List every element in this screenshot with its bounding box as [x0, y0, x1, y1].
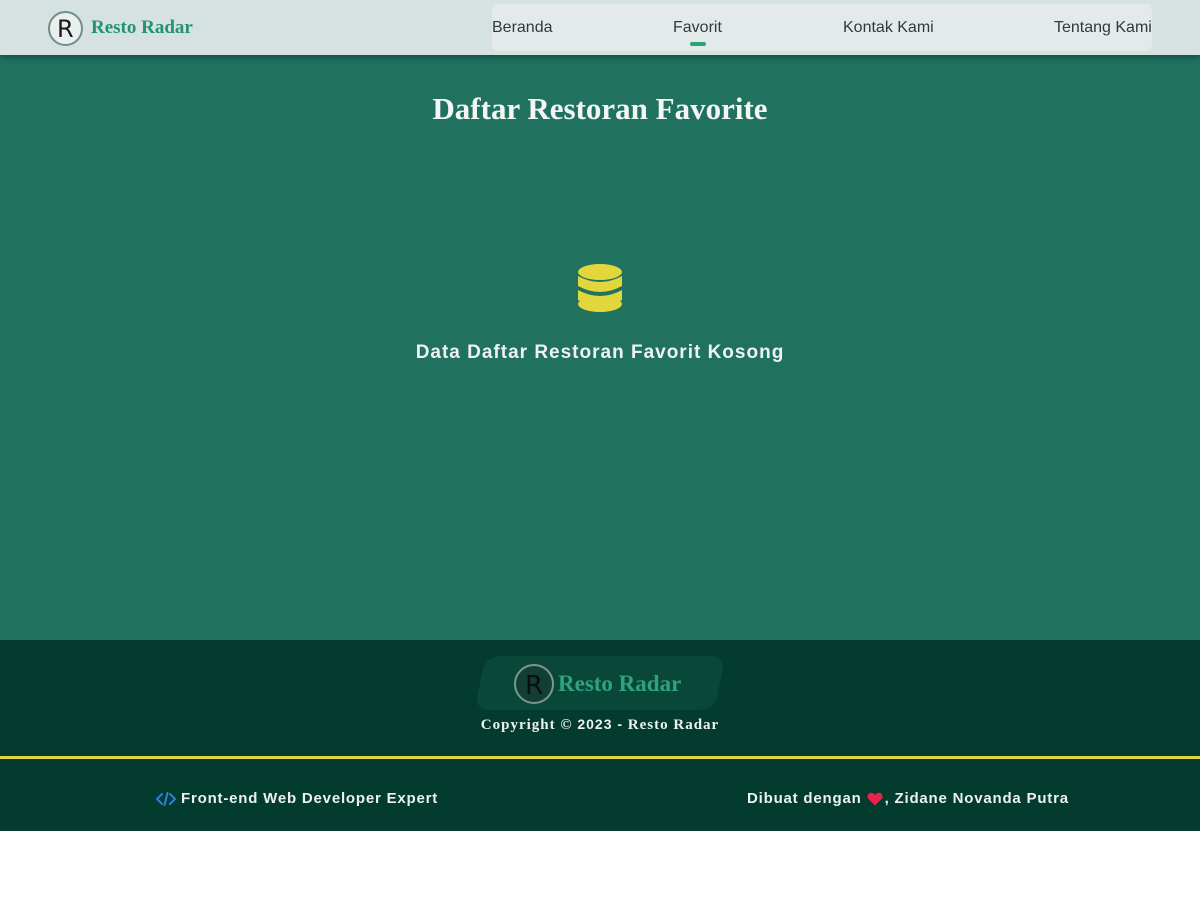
nav-item-favorit[interactable]: Favorit: [673, 19, 722, 37]
code-icon: [156, 791, 176, 806]
top-navbar: R Resto Radar Beranda Favorit Kontak Kam…: [0, 0, 1200, 55]
footer-bottom-bar: Front-end Web Developer Expert Dibuat de…: [0, 759, 1200, 831]
copyright-prefix: Copyright ©: [480, 717, 573, 733]
empty-state-message: Data Daftar Restoran Favorit Kosong: [415, 342, 785, 363]
footer-logo-icon: R: [514, 664, 554, 704]
made-with-text: Dibuat dengan: [747, 790, 862, 807]
footer-credit-left: Front-end Web Developer Expert: [156, 790, 438, 807]
footer-brand: R Resto Radar: [514, 664, 681, 704]
copyright-brand: Resto Radar: [627, 717, 720, 733]
program-name: Front-end Web Developer Expert: [181, 790, 439, 807]
copyright-text: Copyright © 2023 - Resto Radar: [0, 716, 1200, 734]
brand-name: Resto Radar: [91, 17, 193, 38]
footer: R Resto Radar Copyright © 2023 - Resto R…: [0, 640, 1200, 756]
nav-menu: Beranda Favorit Kontak Kami Tentang Kami: [492, 4, 1152, 51]
brand-link[interactable]: R Resto Radar: [48, 10, 193, 46]
heart-icon: [867, 792, 883, 805]
page-title: Daftar Restoran Favorite: [432, 91, 768, 126]
author-name: , Zidane Novanda Putra: [884, 790, 1069, 807]
nav-item-beranda[interactable]: Beranda: [492, 19, 553, 37]
svg-text:R: R: [57, 15, 74, 41]
nav-item-kontak-kami[interactable]: Kontak Kami: [843, 19, 934, 37]
footer-credit-right: Dibuat dengan , Zidane Novanda Putra: [747, 790, 1069, 807]
database-icon: [578, 264, 622, 312]
nav-item-tentang-kami[interactable]: Tentang Kami: [1054, 19, 1152, 37]
footer-brand-name: Resto Radar: [558, 671, 682, 696]
svg-text:R: R: [525, 671, 543, 698]
logo-icon: R: [48, 10, 83, 46]
main-content: Daftar Restoran Favorite Data Daftar Res…: [0, 55, 1200, 640]
copyright-year: 2023 -: [577, 716, 624, 732]
active-nav-indicator: [690, 42, 706, 46]
